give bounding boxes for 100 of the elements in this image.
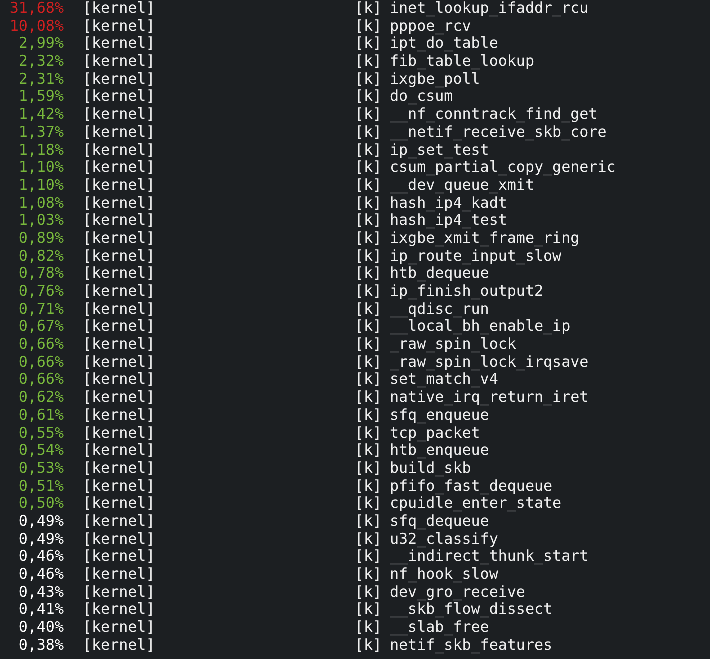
- shared-object: [kernel]: [83, 636, 156, 654]
- symbol-type: [k]: [355, 0, 384, 18]
- symbol-type: [k]: [355, 88, 384, 106]
- symbol-type: [k]: [355, 601, 384, 620]
- symbol-type: [k]: [355, 636, 384, 654]
- shared-object: [kernel]: [83, 212, 156, 230]
- shared-object: [kernel]: [83, 124, 156, 142]
- overhead-percent: 0,89%: [18, 230, 64, 248]
- symbol-type: [k]: [355, 159, 384, 177]
- symbol-name: pfifo_fast_dequeue: [390, 478, 553, 496]
- shared-object: [kernel]: [83, 283, 156, 301]
- shared-object: [kernel]: [83, 0, 156, 18]
- shared-object: [kernel]: [83, 336, 156, 354]
- symbol-type: [k]: [355, 478, 384, 496]
- symbol-type: [k]: [355, 442, 384, 460]
- shared-object: [kernel]: [83, 159, 156, 177]
- symbol-type: [k]: [355, 106, 384, 124]
- symbol-type: [k]: [355, 354, 384, 372]
- symbol-name: u32_classify: [390, 530, 498, 548]
- symbol-name: __local_bh_enable_ip: [390, 318, 571, 336]
- symbol-name: _raw_spin_lock_irqsave: [390, 354, 589, 372]
- overhead-percent: 0,82%: [18, 248, 64, 266]
- symbol-name: __nf_conntrack_find_get: [390, 106, 598, 124]
- symbol-name: fib_table_lookup: [390, 53, 534, 71]
- symbol-type: [k]: [355, 194, 384, 212]
- overhead-percent: 1,37%: [18, 124, 64, 142]
- shared-object: [kernel]: [83, 300, 156, 318]
- shared-object: [kernel]: [83, 460, 156, 478]
- shared-object: [kernel]: [83, 176, 156, 195]
- symbol-name: netif_skb_features: [390, 636, 553, 654]
- shared-object: [kernel]: [83, 442, 156, 460]
- symbol-name: sfq_dequeue: [390, 512, 490, 531]
- symbol-type: [k]: [355, 300, 384, 318]
- symbol-type: [k]: [355, 584, 384, 602]
- symbol-name: cpuidle_enter_state: [390, 495, 562, 513]
- symbol-name: dev_gro_receive: [390, 584, 526, 602]
- shared-object: [kernel]: [83, 512, 156, 531]
- symbol-type: [k]: [355, 212, 384, 230]
- shared-object: [kernel]: [83, 18, 156, 36]
- overhead-percent: 0,49%: [18, 512, 64, 531]
- shared-object: [kernel]: [83, 318, 156, 336]
- shared-object: [kernel]: [83, 495, 156, 513]
- shared-object: [kernel]: [83, 88, 156, 106]
- shared-object: [kernel]: [83, 53, 156, 71]
- symbol-name: ixgbe_poll: [390, 70, 480, 88]
- shared-object: [kernel]: [83, 566, 156, 584]
- symbol-name: __indirect_thunk_start: [390, 548, 589, 566]
- overhead-percent: 0,62%: [18, 389, 64, 407]
- overhead-percent: 1,10%: [18, 159, 64, 177]
- symbol-type: [k]: [355, 35, 384, 54]
- overhead-percent: 2,31%: [18, 70, 64, 88]
- symbol-name: nf_hook_slow: [390, 566, 498, 584]
- symbol-name: do_csum: [390, 88, 454, 106]
- shared-object: [kernel]: [83, 230, 156, 248]
- symbol-type: [k]: [355, 424, 384, 442]
- overhead-percent: 0,49%: [18, 530, 64, 548]
- shared-object: [kernel]: [83, 265, 156, 283]
- shared-object: [kernel]: [83, 248, 156, 266]
- shared-object: [kernel]: [83, 194, 156, 212]
- overhead-percent: 0,71%: [18, 300, 64, 318]
- symbol-name: _raw_spin_lock: [390, 336, 516, 354]
- symbol-type: [k]: [355, 566, 384, 584]
- overhead-percent: 1,10%: [18, 176, 64, 195]
- symbol-name: inet_lookup_ifaddr_rcu: [390, 0, 589, 18]
- symbol-type: [k]: [355, 318, 384, 336]
- shared-object: [kernel]: [83, 142, 156, 160]
- overhead-percent: 0,51%: [18, 478, 64, 496]
- overhead-percent: 1,18%: [18, 142, 64, 160]
- overhead-percent: 0,76%: [18, 283, 64, 301]
- symbol-name: set_match_v4: [390, 371, 498, 390]
- symbol-name: ixgbe_xmit_frame_ring: [390, 230, 580, 248]
- symbol-name: htb_dequeue: [390, 265, 490, 283]
- overhead-percent: 0,41%: [18, 601, 64, 620]
- symbol-type: [k]: [355, 460, 384, 478]
- symbol-type: [k]: [355, 53, 384, 71]
- overhead-percent: 0,55%: [18, 424, 64, 442]
- overhead-percent: 31,68%: [8, 0, 64, 18]
- overhead-percent: 1,03%: [18, 212, 64, 230]
- overhead-percent: 2,99%: [18, 35, 64, 54]
- symbol-type: [k]: [355, 18, 384, 36]
- symbol-name: tcp_packet: [390, 424, 480, 442]
- symbol-name: native_irq_return_iret: [390, 389, 589, 407]
- symbol-name: csum_partial_copy_generic: [390, 159, 616, 177]
- symbol-type: [k]: [355, 495, 384, 513]
- overhead-percent: 0,61%: [18, 406, 64, 424]
- shared-object: [kernel]: [83, 478, 156, 496]
- symbol-name: __netif_receive_skb_core: [390, 124, 607, 142]
- symbol-type: [k]: [355, 548, 384, 566]
- symbol-name: __qdisc_run: [390, 300, 490, 318]
- overhead-percent: 0,43%: [18, 584, 64, 602]
- symbol-type: [k]: [355, 371, 384, 390]
- symbol-type: [k]: [355, 389, 384, 407]
- symbol-type: [k]: [355, 124, 384, 142]
- symbol-type: [k]: [355, 336, 384, 354]
- symbol-name: pppoe_rcv: [390, 18, 472, 36]
- symbol-type: [k]: [355, 512, 384, 531]
- overhead-percent: 0,66%: [18, 336, 64, 354]
- overhead-percent: 0,53%: [18, 460, 64, 478]
- overhead-percent: 1,08%: [18, 194, 64, 212]
- overhead-percent: 2,32%: [18, 53, 64, 71]
